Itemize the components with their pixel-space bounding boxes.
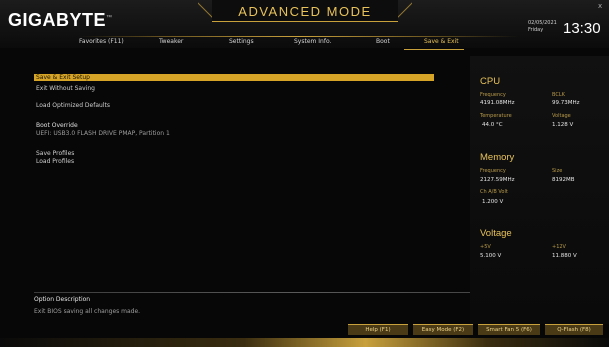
menu-item-load-optimized-defaults[interactable]: Load Optimized Defaults <box>36 102 110 109</box>
memory-section-title: Memory <box>480 152 515 163</box>
tab-settings[interactable]: Settings <box>229 38 254 45</box>
tab-boot[interactable]: Boot <box>376 38 390 45</box>
menu-item-load-profiles[interactable]: Load Profiles <box>36 158 74 165</box>
menu-item-boot-device[interactable]: UEFI: USB3.0 FLASH DRIVE PMAP, Partition… <box>36 130 170 137</box>
boot-override-heading: Boot Override <box>36 122 78 129</box>
gigabyte-logo: GIGABYTE™ <box>8 10 113 31</box>
selection-highlight <box>34 74 434 81</box>
help-button[interactable]: Help (F1) <box>348 324 408 335</box>
memory-ch-volt-label: Ch A/B Volt <box>480 189 508 195</box>
close-icon[interactable]: x <box>598 2 602 10</box>
hardware-monitor-panel: CPU Frequency 4191.08MHz BCLK 99.73MHz T… <box>470 56 609 324</box>
clock-display: 13:30 <box>563 20 601 37</box>
footer-accent-bar <box>0 338 609 347</box>
cpu-frequency-value: 4191.08MHz <box>480 100 515 106</box>
cpu-frequency-label: Frequency <box>480 92 506 98</box>
date-text: 02/05/2021 <box>528 20 557 26</box>
option-description-title: Option Description <box>34 296 91 303</box>
active-tab-indicator <box>404 49 464 50</box>
memory-size-value: 8192MB <box>552 177 575 183</box>
cpu-temperature-label: Temperature <box>480 113 512 119</box>
easy-mode-button[interactable]: Easy Mode (F2) <box>413 324 473 335</box>
cpu-temperature-value: 44.0 °C <box>482 122 503 128</box>
day-text: Friday <box>528 27 544 33</box>
option-description-text: Exit BIOS saving all changes made. <box>34 308 141 315</box>
voltage-12v-label: +12V <box>552 244 566 250</box>
cpu-bclk-label: BCLK <box>552 92 565 98</box>
memory-frequency-value: 2127.59MHz <box>480 177 515 183</box>
tab-save-exit[interactable]: Save & Exit <box>424 38 459 45</box>
voltage-5v-value: 5.100 V <box>480 253 502 259</box>
header-bar: GIGABYTE™ ADVANCED MODE Favorites (F11) … <box>0 0 609 50</box>
voltage-12v-value: 11.880 V <box>552 253 577 259</box>
tab-favorites[interactable]: Favorites (F11) <box>79 38 124 45</box>
smart-fan-button[interactable]: Smart Fan 5 (F6) <box>478 324 540 335</box>
memory-ch-volt-value: 1.200 V <box>482 199 504 205</box>
tab-tweaker[interactable]: Tweaker <box>159 38 183 45</box>
cpu-section-title: CPU <box>480 76 501 87</box>
tab-system-info[interactable]: System Info. <box>294 38 331 45</box>
cpu-voltage-value: 1.128 V <box>552 122 574 128</box>
option-description: Option Description Exit BIOS saving all … <box>34 296 434 315</box>
cpu-voltage-label: Voltage <box>552 113 571 119</box>
mode-title-frame: ADVANCED MODE <box>198 0 412 22</box>
menu-item-save-exit-setup[interactable]: Save & Exit Setup <box>36 74 90 81</box>
menu-item-exit-without-saving[interactable]: Exit Without Saving <box>36 85 95 92</box>
voltage-5v-label: +5V <box>480 244 491 250</box>
logo-text: GIGABYTE <box>8 10 107 30</box>
mode-title: ADVANCED MODE <box>238 4 372 19</box>
voltage-section-title: Voltage <box>480 228 512 239</box>
trademark-symbol: ™ <box>106 15 113 21</box>
cpu-bclk-value: 99.73MHz <box>552 100 580 106</box>
date-display: 02/05/2021 Friday <box>528 20 557 34</box>
memory-size-label: Size <box>552 168 563 174</box>
qflash-button[interactable]: Q-Flash (F8) <box>545 324 603 335</box>
memory-frequency-label: Frequency <box>480 168 506 174</box>
header-divider <box>78 36 518 37</box>
menu-item-save-profiles[interactable]: Save Profiles <box>36 150 74 157</box>
